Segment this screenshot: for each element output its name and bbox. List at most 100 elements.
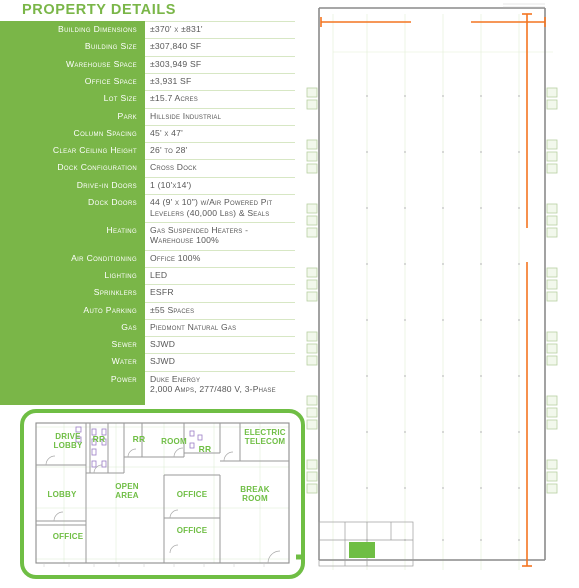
property-details-page: PROPERTY DETAILS Building Dimensions ±370… [0, 0, 579, 588]
spec-value: 2,000 Amps, 277/480 V, 3-Phase [150, 384, 276, 395]
spec-label-sprinklers: Sprinklers [93, 287, 137, 298]
spec-row: Air Conditioning Office 100% [0, 249, 305, 267]
spec-row: Column Spacing 45' x 47' [0, 124, 305, 142]
spec-value: Hillside Industrial [150, 110, 222, 121]
floorplan-room-restroom-3: RR [198, 444, 212, 454]
spec-value: Gas Suspended Heaters - [150, 224, 249, 235]
spec-value-cell: Piedmont Natural Gas [145, 318, 295, 336]
spec-value: LED [150, 269, 168, 280]
spec-value-cell: ±15.7 Acres [145, 90, 295, 107]
spec-row: Gas Piedmont Natural Gas [0, 318, 305, 336]
spec-row: Heating Gas Suspended Heaters - Warehouse … [0, 221, 305, 250]
spec-value: ±55 Spaces [150, 304, 195, 315]
spec-value-cell: 1 (10'x14') [145, 176, 295, 194]
spec-value-cell: ±303,949 SF [145, 55, 295, 73]
spec-value: ±303,949 SF [150, 58, 202, 69]
spec-label-power: Power [110, 373, 137, 384]
spec-value: Duke Energy [150, 373, 201, 384]
spec-value-cell: LED [145, 266, 295, 284]
floorplan-room-restroom-1: RR [92, 434, 106, 444]
spec-value-cell: 45' x 47' [145, 124, 295, 142]
property-spec-table: Building Dimensions ±370' x ±831' Building… [0, 21, 305, 405]
spec-label-lighting: Lighting [104, 269, 137, 280]
spec-value: ±307,840 SF [150, 41, 202, 52]
spec-row: Lighting LED [0, 266, 305, 284]
spec-row: Clear Ceiling Height 26' to 28' [0, 142, 305, 159]
spec-value: Piedmont Natural Gas [150, 321, 237, 332]
floorplan-room-electric-telecom: ELECTRIC TELECOM [244, 428, 286, 446]
spec-value: 1 (10'x14') [150, 179, 192, 190]
spec-label-clear-ceiling-height: Clear Ceiling Height [52, 145, 137, 156]
floorplan-room-lobby: LOBBY [47, 490, 77, 499]
floorplan-room-drive-lobby: DRIVE LOBBY [53, 432, 83, 450]
spec-value: ±370' x ±831' [150, 24, 203, 34]
floorplan-room-office-1: OFFICE [52, 532, 84, 541]
spec-row: Power Duke Energy 2,000 Amps, 277/480 V, 3… [0, 370, 305, 399]
spec-row: Sewer SJWD [0, 336, 305, 353]
site-plan: 370' 831' [305, 0, 579, 588]
floorplan-room-room: ROOM [161, 437, 187, 446]
spec-value-cell: ±3,931 SF [145, 72, 295, 90]
spec-value: Cross Dock [150, 162, 197, 173]
spec-label-warehouse-space: Warehouse Space [65, 58, 137, 69]
spec-label-dock-configuration: Dock Configuration [57, 162, 137, 173]
site-office-highlight [349, 542, 375, 558]
spec-value-cell: ±55 Spaces [145, 301, 295, 319]
spec-label-building-size: Building Size [84, 41, 137, 52]
spec-value-cell: ESFR [145, 284, 295, 301]
spec-value: 26' to 28' [150, 145, 188, 156]
spec-label-park: Park [117, 110, 137, 121]
spec-value-cell: ±307,840 SF [145, 38, 295, 55]
spec-value-cell: SJWD [145, 336, 295, 353]
spec-label-auto-parking: Auto Parking [83, 304, 137, 315]
spec-value-cell: Office 100% [145, 249, 295, 267]
spec-row: Drive-in Doors 1 (10'x14') [0, 176, 305, 194]
spec-value-cell: Cross Dock [145, 159, 295, 176]
spec-value-cell: SJWD [145, 353, 295, 370]
office-floorplan-callout: DRIVE LOBBY RR RR ROOM RR ELECTRIC TELEC… [20, 409, 305, 579]
spec-label-office-space: Office Space [84, 75, 137, 86]
spec-value-cell: ±370' x ±831' [145, 21, 295, 38]
spec-row: Building Dimensions ±370' x ±831' [0, 21, 305, 38]
spec-value: 45' x 47' [150, 127, 183, 138]
spec-label-lot-size: Lot Size [103, 93, 137, 104]
spec-row: Sprinklers ESFR [0, 284, 305, 301]
spec-row: Park Hillside Industrial [0, 107, 305, 125]
spec-value: ESFR [150, 287, 174, 298]
spec-value-cell: Duke Energy 2,000 Amps, 277/480 V, 3-Phas… [145, 370, 295, 399]
spec-value: ±15.7 Acres [150, 93, 198, 104]
spec-value: ±3,931 SF [150, 75, 192, 86]
spec-label-gas: Gas [121, 321, 137, 332]
spec-row: Office Space ±3,931 SF [0, 72, 305, 90]
spec-label-drive-in-doors: Drive-in Doors [76, 179, 137, 190]
spec-row: Warehouse Space ±303,949 SF [0, 55, 305, 73]
spec-value-cell: 26' to 28' [145, 142, 295, 159]
spec-value: Office 100% [150, 252, 201, 263]
spec-label-dock-doors: Dock Doors [88, 197, 137, 207]
spec-label-building-dimensions: Building Dimensions [58, 24, 137, 34]
spec-value: SJWD [150, 339, 176, 350]
site-plan-drawing [305, 0, 579, 588]
floorplan-room-office-2: OFFICE [176, 490, 208, 499]
spec-label-water: Water [111, 356, 137, 367]
floorplan-room-office-3: OFFICE [176, 526, 208, 535]
spec-label-air-conditioning: Air Conditioning [71, 252, 137, 263]
spec-row: Building Size ±307,840 SF [0, 38, 305, 55]
spec-value: 44 (9' x 10") w/Air Powered Pit [150, 197, 273, 207]
spec-row: Lot Size ±15.7 Acres [0, 90, 305, 107]
spec-label-heating: Heating [106, 224, 137, 235]
floorplan-room-restroom-2: RR [132, 434, 146, 444]
spec-label-sewer: Sewer [111, 339, 137, 350]
floorplan-room-open-area: OPEN AREA [115, 482, 139, 500]
spec-row: Water SJWD [0, 353, 305, 370]
spec-value: Levelers (40,000 Lbs) & Seals [150, 207, 270, 218]
spec-value-cell: 44 (9' x 10") w/Air Powered Pit Levelers … [145, 194, 295, 222]
spec-label-column-spacing: Column Spacing [73, 127, 137, 138]
spec-value-cell: Hillside Industrial [145, 107, 295, 125]
floorplan-room-break-room: BREAK ROOM [240, 485, 270, 503]
spec-row: Auto Parking ±55 Spaces [0, 301, 305, 319]
page-title: PROPERTY DETAILS [22, 2, 177, 18]
spec-row: Dock Doors 44 (9' x 10") w/Air Powered Pi… [0, 194, 305, 222]
spec-value: SJWD [150, 356, 176, 367]
spec-row: Dock Configuration Cross Dock [0, 159, 305, 176]
